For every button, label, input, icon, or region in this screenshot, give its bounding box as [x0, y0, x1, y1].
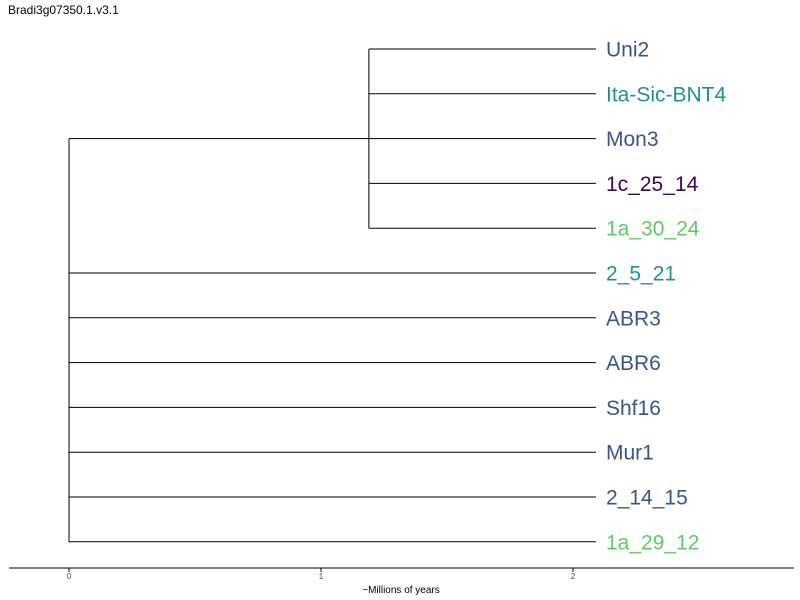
leaf-label: Shf16	[606, 397, 661, 420]
leaf-label: 1a_29_12	[606, 531, 699, 554]
leaf-labels-group: Uni2 Ita-Sic-BNT4 Mon3 1c_25_14 1a_30_24 2_5_…	[606, 39, 727, 555]
leaf-label: ABR6	[606, 352, 661, 375]
branches-group	[68, 48, 596, 543]
leaf-label: Mur1	[606, 442, 654, 465]
phylogenetic-tree: Uni2 Ita-Sic-BNT4 Mon3 1c_25_14 1a_30_24 2_5_…	[9, 39, 794, 596]
time-axis: 0 1 2 ~Millions of years	[9, 567, 794, 596]
leaf-label: 1a_30_24	[606, 218, 700, 241]
axis-tick-label: 0	[67, 572, 72, 581]
leaf-label: Ita-Sic-BNT4	[606, 83, 727, 106]
axis-tick-label: 1	[319, 572, 324, 581]
axis-title: ~Millions of years	[362, 585, 440, 596]
leaf-label: ABR3	[606, 307, 661, 330]
leaf-label: 2_14_15	[606, 487, 688, 510]
leaf-label: 1c_25_14	[606, 173, 699, 196]
axis-tick-label: 2	[571, 572, 576, 581]
leaf-label: Uni2	[606, 39, 649, 62]
leaf-label: Mon3	[606, 128, 659, 151]
leaf-label: 2_5_21	[606, 263, 676, 286]
